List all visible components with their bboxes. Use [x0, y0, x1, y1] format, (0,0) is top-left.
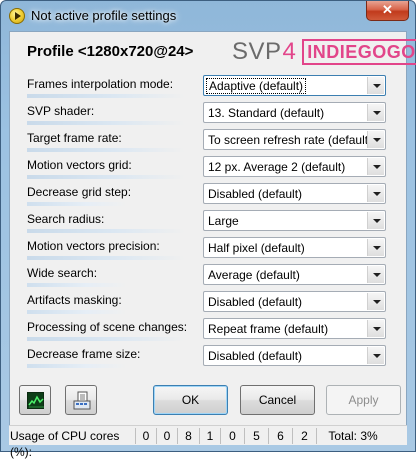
- setting-label: Frames interpolation mode:: [27, 77, 174, 91]
- svp-shader-select[interactable]: 13. Standard (default): [203, 102, 386, 123]
- select-value: Average (default): [208, 268, 300, 282]
- cpu-core-7: 2: [293, 428, 317, 444]
- interpolation-mode-select[interactable]: Adaptive (default): [203, 75, 386, 96]
- setting-label: Wide search:: [27, 266, 98, 280]
- graph-monitor-button[interactable]: [19, 385, 51, 415]
- select-value: Disabled (default): [208, 349, 303, 363]
- select-value: Disabled (default): [208, 187, 303, 201]
- apply-button: Apply: [326, 385, 401, 415]
- label-underline: [27, 121, 185, 125]
- select-value: To screen refresh rate (default): [208, 133, 373, 147]
- label-underline: [27, 94, 185, 98]
- label-underline: [27, 337, 185, 341]
- motion-vectors-grid-select[interactable]: 12 px. Average 2 (default): [203, 156, 386, 177]
- settings-list: Frames interpolation mode: Adaptive (def…: [27, 74, 387, 371]
- select-value: 13. Standard (default): [208, 106, 325, 120]
- compatibility-button[interactable]: [65, 385, 97, 415]
- logo-svp-text: SVP: [232, 38, 282, 65]
- profile-title: Profile <1280x720@24>: [27, 43, 194, 60]
- close-button[interactable]: ✕: [366, 1, 409, 21]
- label-underline: [27, 310, 127, 314]
- decrease-frame-size-select[interactable]: Disabled (default): [203, 345, 386, 366]
- setting-row-svp-shader: SVP shader: 13. Standard (default): [27, 101, 387, 128]
- cpu-core-3: 1: [200, 428, 221, 444]
- select-value: Half pixel (default): [208, 241, 305, 255]
- motion-vectors-precision-select[interactable]: Half pixel (default): [203, 237, 386, 258]
- chevron-down-icon[interactable]: [367, 347, 384, 364]
- setting-row-interpolation-mode: Frames interpolation mode: Adaptive (def…: [27, 74, 387, 101]
- chevron-down-icon[interactable]: [367, 77, 384, 94]
- setting-row-target-frame-rate: Target frame rate: To screen refresh rat…: [27, 128, 387, 155]
- setting-row-search-radius: Search radius: Large: [27, 209, 387, 236]
- decrease-grid-step-select[interactable]: Disabled (default): [203, 183, 386, 204]
- wide-search-select[interactable]: Average (default): [203, 264, 386, 285]
- label-underline: [27, 364, 127, 368]
- setting-row-motion-vectors-grid: Motion vectors grid: 12 px. Average 2 (d…: [27, 155, 387, 182]
- setting-label: SVP shader:: [27, 104, 95, 118]
- search-radius-select[interactable]: Large: [203, 210, 386, 231]
- label-underline: [27, 148, 185, 152]
- cpu-total: Total: 3%: [328, 429, 378, 443]
- setting-label: Decrease frame size:: [27, 347, 141, 361]
- graph-monitor-icon: [27, 392, 44, 409]
- target-frame-rate-select[interactable]: To screen refresh rate (default): [203, 129, 386, 150]
- label-underline: [27, 283, 127, 287]
- cpu-core-4: 0: [221, 428, 245, 444]
- setting-row-decrease-grid-step: Decrease grid step: Disabled (default): [27, 182, 387, 209]
- setting-row-motion-vectors-precision: Motion vectors precision: Half pixel (de…: [27, 236, 387, 263]
- chevron-down-icon[interactable]: [367, 104, 384, 121]
- cpu-status-bar: Usage of CPU cores (%): 0 0 8 1 0 5 6 2 …: [9, 425, 407, 459]
- setting-label: Motion vectors grid:: [27, 158, 132, 172]
- cpu-core-6: 6: [269, 428, 293, 444]
- cpu-core-1: 0: [157, 428, 178, 444]
- select-value: 12 px. Average 2 (default): [208, 160, 346, 174]
- setting-row-artifacts-masking: Artifacts masking: Disabled (default): [27, 290, 387, 317]
- select-value: Repeat frame (default): [208, 322, 329, 336]
- artifacts-masking-select[interactable]: Disabled (default): [203, 291, 386, 312]
- svp-app-icon: [9, 8, 25, 24]
- setting-row-wide-search: Wide search: Average (default): [27, 263, 387, 290]
- compatibility-icon: [72, 391, 92, 411]
- scene-changes-select[interactable]: Repeat frame (default): [203, 318, 386, 339]
- logo-version: 4: [282, 38, 296, 65]
- chevron-down-icon[interactable]: [367, 293, 384, 310]
- cpu-usage-label: Usage of CPU cores (%):: [9, 428, 136, 459]
- cpu-core-2: 8: [178, 428, 200, 444]
- chevron-down-icon[interactable]: [367, 158, 384, 175]
- close-icon: ✕: [382, 2, 393, 17]
- dialog-body: Profile <1280x720@24> SVP4 INDIEGOGO Fra…: [9, 31, 416, 445]
- select-value: Large: [208, 214, 239, 228]
- cancel-button[interactable]: Cancel: [240, 385, 315, 415]
- setting-label: Search radius:: [27, 212, 105, 226]
- cpu-core-5: 5: [245, 428, 269, 444]
- chevron-down-icon[interactable]: [367, 185, 384, 202]
- chevron-down-icon[interactable]: [367, 131, 384, 148]
- chevron-down-icon[interactable]: [367, 266, 384, 283]
- ok-button[interactable]: OK: [153, 385, 228, 415]
- setting-label: Decrease grid step:: [27, 185, 132, 199]
- label-underline: [27, 256, 185, 260]
- svp4-indiegogo-logo: SVP4 INDIEGOGO: [232, 38, 416, 70]
- setting-label: Target frame rate:: [27, 131, 122, 145]
- cpu-core-0: 0: [136, 428, 157, 444]
- label-underline: [27, 175, 185, 179]
- window-title: Not active profile settings: [31, 8, 177, 23]
- label-underline: [27, 202, 127, 206]
- title-bar[interactable]: Not active profile settings ✕: [1, 1, 415, 31]
- logo-indiegogo-badge: INDIEGOGO: [302, 39, 416, 65]
- chevron-down-icon[interactable]: [367, 239, 384, 256]
- setting-row-scene-changes: Processing of scene changes: Repeat fram…: [27, 317, 387, 344]
- chevron-down-icon[interactable]: [367, 320, 384, 337]
- setting-label: Motion vectors precision:: [27, 239, 160, 253]
- chevron-down-icon[interactable]: [367, 212, 384, 229]
- settings-window: Not active profile settings ✕ Profile <1…: [0, 0, 416, 459]
- select-value: Adaptive (default): [205, 78, 307, 94]
- label-underline: [27, 229, 185, 233]
- select-value: Disabled (default): [208, 295, 303, 309]
- setting-row-decrease-frame-size: Decrease frame size: Disabled (default): [27, 344, 387, 371]
- setting-label: Artifacts masking:: [27, 293, 122, 307]
- setting-label: Processing of scene changes:: [27, 320, 188, 334]
